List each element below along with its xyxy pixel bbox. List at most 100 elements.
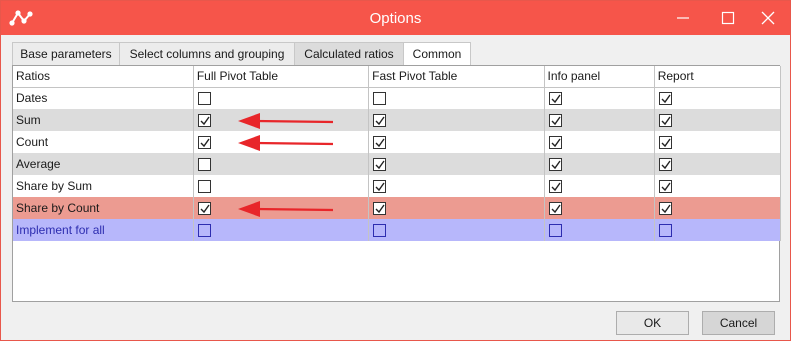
tab-base-parameters[interactable]: Base parameters [12, 42, 120, 66]
ratio-label: Share by Count [13, 197, 194, 219]
table-row[interactable]: Dates [13, 87, 782, 109]
checkbox-full-pivot-table[interactable] [197, 224, 211, 238]
ratio-label: Share by Sum [13, 175, 194, 197]
checkmark-icon [375, 204, 385, 214]
cell-report [654, 197, 782, 219]
table-row[interactable]: Share by Count [13, 197, 782, 219]
checkbox-fast-pivot-table[interactable] [373, 224, 387, 238]
checkmark-icon [661, 138, 671, 148]
checkbox-fast-pivot-table[interactable] [373, 180, 387, 194]
checkmark-icon [375, 116, 385, 126]
cell-full-pivot-table [193, 131, 370, 153]
checkbox-full-pivot-table[interactable] [197, 92, 211, 106]
table-row[interactable]: Share by Sum [13, 175, 782, 197]
cell-info-panel [544, 131, 655, 153]
cell-fast-pivot-table [368, 219, 545, 241]
ratio-label: Sum [13, 109, 194, 131]
table-row[interactable]: Count [13, 131, 782, 153]
checkbox-report[interactable] [658, 136, 672, 150]
checkbox-fast-pivot-table[interactable] [373, 114, 387, 128]
checkbox-info-panel[interactable] [548, 92, 562, 106]
checkmark-icon [375, 138, 385, 148]
column-header-report[interactable]: Report [654, 66, 782, 88]
cell-report [654, 109, 782, 131]
maximize-icon [721, 11, 735, 25]
title-bar[interactable]: Options [1, 1, 790, 35]
checkbox-info-panel[interactable] [548, 158, 562, 172]
checkmark-icon [661, 160, 671, 170]
column-header-fast-pivot-table[interactable]: Fast Pivot Table [368, 66, 545, 88]
cell-info-panel [544, 219, 655, 241]
table-row[interactable]: Sum [13, 109, 782, 131]
checkmark-icon [551, 116, 561, 126]
close-icon [761, 11, 775, 25]
column-header-full-pivot-table[interactable]: Full Pivot Table [193, 66, 370, 88]
checkbox-full-pivot-table[interactable] [197, 136, 211, 150]
checkbox-full-pivot-table[interactable] [197, 114, 211, 128]
cell-fast-pivot-table [368, 109, 545, 131]
cell-full-pivot-table [193, 87, 370, 109]
cell-report [654, 175, 782, 197]
checkbox-info-panel[interactable] [548, 180, 562, 194]
checkbox-full-pivot-table[interactable] [197, 202, 211, 216]
grid-header-row: Ratios Full Pivot Table Fast Pivot Table… [13, 66, 782, 88]
cell-fast-pivot-table [368, 153, 545, 175]
checkbox-full-pivot-table[interactable] [197, 180, 211, 194]
cell-report [654, 219, 782, 241]
cell-info-panel [544, 175, 655, 197]
cancel-button[interactable]: Cancel [702, 311, 775, 335]
checkmark-icon [200, 138, 210, 148]
cell-fast-pivot-table [368, 197, 545, 219]
checkbox-report[interactable] [658, 158, 672, 172]
checkbox-full-pivot-table[interactable] [197, 158, 211, 172]
tab-select-columns-and-grouping[interactable]: Select columns and grouping [119, 42, 295, 66]
ratio-label: Dates [13, 87, 194, 109]
cell-full-pivot-table [193, 197, 370, 219]
checkmark-icon [661, 116, 671, 126]
checkbox-report[interactable] [658, 202, 672, 216]
checkbox-report[interactable] [658, 224, 672, 238]
checkbox-info-panel[interactable] [548, 136, 562, 150]
maximize-button[interactable] [706, 1, 750, 35]
checkmark-icon [200, 204, 210, 214]
cell-fast-pivot-table [368, 87, 545, 109]
checkbox-info-panel[interactable] [548, 114, 562, 128]
checkbox-report[interactable] [658, 92, 672, 106]
checkmark-icon [551, 204, 561, 214]
checkbox-report[interactable] [658, 180, 672, 194]
close-button[interactable] [746, 1, 790, 35]
checkbox-info-panel[interactable] [548, 202, 562, 216]
column-header-info-panel[interactable]: Info panel [544, 66, 655, 88]
cell-info-panel [544, 109, 655, 131]
checkbox-fast-pivot-table[interactable] [373, 92, 387, 106]
cell-info-panel [544, 153, 655, 175]
cell-info-panel [544, 87, 655, 109]
ratio-label: Implement for all [13, 219, 194, 241]
cell-info-panel [544, 197, 655, 219]
cell-report [654, 87, 782, 109]
table-row[interactable]: Average [13, 153, 782, 175]
ok-button[interactable]: OK [616, 311, 689, 335]
checkmark-icon [661, 182, 671, 192]
ratio-label: Count [13, 131, 194, 153]
checkmark-icon [551, 94, 561, 104]
checkbox-report[interactable] [658, 114, 672, 128]
cell-full-pivot-table [193, 219, 370, 241]
checkbox-fast-pivot-table[interactable] [373, 202, 387, 216]
options-window: Options Base parameters Select columns a… [0, 0, 791, 341]
cell-full-pivot-table [193, 109, 370, 131]
checkmark-icon [200, 116, 210, 126]
cell-fast-pivot-table [368, 175, 545, 197]
checkmark-icon [375, 182, 385, 192]
minimize-icon [677, 17, 689, 19]
minimize-button[interactable] [661, 1, 705, 35]
tab-common[interactable]: Common [403, 42, 471, 66]
tab-calculated-ratios[interactable]: Calculated ratios [294, 42, 404, 66]
checkmark-icon [551, 182, 561, 192]
table-row[interactable]: Implement for all [13, 219, 782, 241]
checkbox-fast-pivot-table[interactable] [373, 136, 387, 150]
column-header-ratios[interactable]: Ratios [13, 66, 194, 88]
checkbox-fast-pivot-table[interactable] [373, 158, 387, 172]
cell-fast-pivot-table [368, 131, 545, 153]
checkbox-info-panel[interactable] [548, 224, 562, 238]
